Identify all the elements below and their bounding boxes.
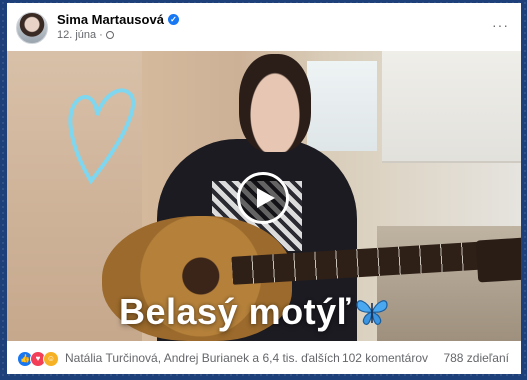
background-window [307,61,377,151]
verified-badge-icon: ✓ [167,14,179,25]
date-separator: · [99,29,103,41]
more-options-button[interactable]: ··· [492,17,509,33]
author-name-row[interactable]: Sima Martausová ✓ [57,12,179,27]
kitchen-cabinet [382,51,521,163]
post-header: Sima Martausová ✓ 12. júna · ··· [7,3,521,47]
play-button[interactable] [237,172,289,224]
video-caption: Belasý motýľ [119,291,389,333]
performer-head [239,54,311,152]
facebook-post: Sima Martausová ✓ 12. júna · ··· Belasý … [7,3,521,374]
play-icon [257,188,275,208]
author-name[interactable]: Sima Martausová [57,12,164,27]
post-footer: 👍 ♥ ☺ Natália Turčinová, Andrej Burianek… [7,342,521,374]
reaction-icons[interactable]: 👍 ♥ ☺ [17,351,59,367]
author-avatar[interactable] [16,12,48,44]
heart-doodle-icon [68,88,136,185]
video-caption-text: Belasý motýľ [119,291,351,332]
comments-count[interactable]: 102 komentárov [342,351,428,365]
post-date[interactable]: 12. júna [57,29,96,41]
video-player[interactable]: Belasý motýľ [7,51,521,341]
butterfly-icon [356,300,388,325]
shares-count[interactable]: 788 zdieľaní [443,351,509,365]
post-meta: 12. júna · [57,29,114,41]
globe-icon [105,31,114,39]
guitar-headstock [475,237,521,283]
reactors-summary[interactable]: Natália Turčinová, Andrej Burianek a 6,4… [65,351,340,365]
care-reaction-icon: ☺ [43,351,59,367]
